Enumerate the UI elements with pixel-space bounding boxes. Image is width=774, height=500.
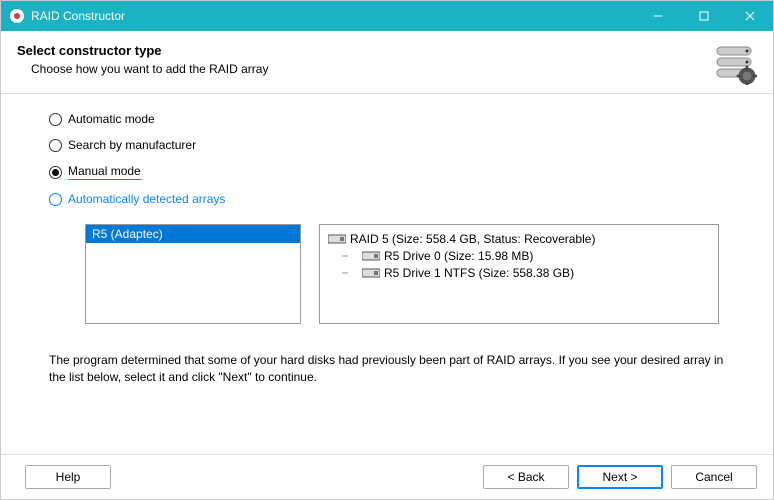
drive-icon (362, 267, 380, 279)
page-subtitle: Choose how you want to add the RAID arra… (31, 62, 707, 76)
tree-root[interactable]: RAID 5 (Size: 558.4 GB, Status: Recovera… (328, 231, 710, 247)
option-label: Automatic mode (68, 112, 155, 126)
tree-connector-icon: ⎯ (342, 248, 362, 263)
minimize-button[interactable] (635, 1, 681, 31)
radio-search-manufacturer[interactable] (49, 139, 62, 152)
radio-manual[interactable] (49, 166, 62, 179)
wizard-header: Select constructor type Choose how you w… (1, 31, 773, 94)
option-manual[interactable]: Manual mode (49, 164, 725, 180)
array-list-item[interactable]: R5 (Adaptec) (86, 225, 300, 243)
help-button[interactable]: Help (25, 465, 111, 489)
window-title: RAID Constructor (31, 9, 635, 23)
option-label: Search by manufacturer (68, 138, 196, 152)
cancel-button[interactable]: Cancel (671, 465, 757, 489)
tree-child-label: R5 Drive 0 (Size: 15.98 MB) (384, 249, 533, 263)
next-button[interactable]: Next > (577, 465, 663, 489)
option-automatic[interactable]: Automatic mode (49, 112, 725, 126)
radio-auto-detect[interactable] (49, 193, 62, 206)
array-list-panel[interactable]: R5 (Adaptec) (85, 224, 301, 324)
option-auto-detect[interactable]: Automatically detected arrays (49, 192, 725, 206)
drive-icon (328, 233, 346, 245)
tree-child-label: R5 Drive 1 NTFS (Size: 558.38 GB) (384, 266, 574, 280)
option-label: Manual mode (68, 164, 141, 180)
back-button[interactable]: < Back (483, 465, 569, 489)
wizard-footer: Help < Back Next > Cancel (1, 454, 773, 499)
content-area: Automatic mode Search by manufacturer Ma… (1, 94, 773, 454)
close-button[interactable] (727, 1, 773, 31)
titlebar: RAID Constructor (1, 1, 773, 31)
radio-automatic[interactable] (49, 113, 62, 126)
maximize-button[interactable] (681, 1, 727, 31)
app-icon (9, 8, 25, 24)
page-title: Select constructor type (17, 43, 707, 58)
option-label: Automatically detected arrays (68, 192, 225, 206)
raid-decor-icon (715, 43, 757, 85)
drive-icon (362, 250, 380, 262)
tree-connector-icon: ⎯ (342, 265, 362, 280)
tree-child[interactable]: ⎯ R5 Drive 0 (Size: 15.98 MB) (342, 247, 710, 264)
option-search-manufacturer[interactable]: Search by manufacturer (49, 138, 725, 152)
tree-child[interactable]: ⎯ R5 Drive 1 NTFS (Size: 558.38 GB) (342, 264, 710, 281)
tree-root-label: RAID 5 (Size: 558.4 GB, Status: Recovera… (350, 232, 595, 246)
description-text: The program determined that some of your… (49, 352, 725, 386)
array-tree-panel[interactable]: RAID 5 (Size: 558.4 GB, Status: Recovera… (319, 224, 719, 324)
